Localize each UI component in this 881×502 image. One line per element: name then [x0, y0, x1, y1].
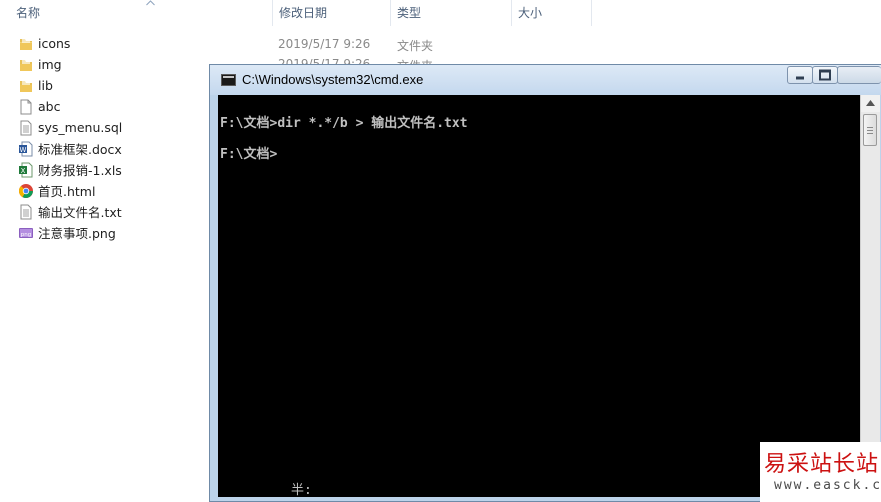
cmd-titlebar[interactable]: C:\Windows\system32\cmd.exe — [210, 65, 881, 95]
caption-buttons — [787, 66, 881, 85]
file-row-xls[interactable]: X 财务报销-1.xls — [18, 159, 218, 180]
console-command: dir *.*/b > 输出文件名.txt — [277, 116, 468, 131]
folder-icon — [18, 57, 34, 73]
png-image-icon: png — [18, 225, 34, 241]
file-name: 首页.html — [38, 184, 96, 199]
maximize-button[interactable] — [812, 66, 838, 84]
file-name: sys_menu.sql — [38, 120, 123, 135]
console-prompt: F:\文档> — [220, 116, 278, 131]
excel-file-icon: X — [18, 162, 34, 178]
file-row-lib[interactable]: lib — [18, 75, 218, 96]
file-row-abc[interactable]: abc — [18, 96, 218, 117]
sort-ascending-icon — [146, 0, 155, 6]
word-doc-icon: W — [18, 141, 34, 157]
file-type: 文件夹 — [397, 57, 433, 64]
console-line-2: F:\文档> — [220, 143, 277, 162]
close-button[interactable] — [837, 66, 881, 84]
chrome-html-icon — [18, 183, 34, 199]
file-row-docx[interactable]: W 标准框架.docx — [18, 138, 218, 159]
file-row-html[interactable]: 首页.html — [18, 180, 218, 201]
svg-text:png: png — [21, 232, 31, 238]
vertical-scrollbar[interactable] — [860, 95, 880, 497]
folder-icon — [18, 78, 34, 94]
text-file-icon — [18, 204, 34, 220]
cmd-window-title: C:\Windows\system32\cmd.exe — [242, 72, 424, 87]
blank-file-icon — [18, 99, 34, 115]
ime-status: 半: — [291, 483, 312, 497]
watermark-url: www.easck.com — [774, 478, 881, 493]
folder-icon — [18, 36, 34, 52]
file-name: 注意事项.png — [38, 226, 116, 241]
column-modified-header[interactable]: 修改日期 — [273, 0, 391, 26]
file-row-sys-menu[interactable]: sys_menu.sql — [18, 117, 218, 138]
file-modified: 2019/5/17 9:26 — [278, 37, 371, 51]
column-type-header[interactable]: 类型 — [391, 0, 512, 26]
minimize-button[interactable] — [787, 66, 813, 84]
file-name: img — [38, 57, 62, 72]
file-type: 文件夹 — [397, 39, 434, 53]
file-row-png[interactable]: png 注意事项.png — [18, 222, 218, 243]
console-prompt: F:\文档> — [220, 147, 278, 162]
svg-text:W: W — [20, 146, 27, 154]
console-output[interactable]: F:\文档>dir *.*/b > 输出文件名.txt F:\文档> 半: — [218, 95, 860, 497]
column-header: 名称 修改日期 类型 大小 — [0, 0, 881, 26]
scroll-up-button[interactable] — [861, 95, 880, 112]
text-file-icon — [18, 120, 34, 136]
minimize-icon — [796, 76, 804, 80]
maximize-icon — [819, 69, 831, 81]
file-name: icons — [38, 36, 71, 51]
file-modified: 2019/5/17 9:26 — [278, 57, 371, 64]
console-line-1: F:\文档>dir *.*/b > 输出文件名.txt — [220, 112, 468, 131]
file-row-txt[interactable]: 输出文件名.txt — [18, 201, 218, 222]
watermark-text: 易采站长站 — [764, 452, 880, 477]
column-size-header[interactable]: 大小 — [512, 0, 592, 26]
column-name-label: 名称 — [16, 6, 41, 20]
column-name-header[interactable]: 名称 — [10, 0, 273, 26]
column-type-label: 类型 — [397, 6, 422, 20]
arrow-up-icon — [866, 100, 875, 106]
file-name: 财务报销-1.xls — [38, 163, 122, 178]
file-row-icons[interactable]: icons — [18, 33, 218, 54]
file-name: 标准框架.docx — [38, 142, 122, 157]
cmd-window[interactable]: C:\Windows\system32\cmd.exe F:\文档>dir *.… — [209, 64, 881, 502]
file-name: 输出文件名.txt — [38, 205, 122, 220]
svg-text:X: X — [21, 167, 26, 175]
cmd-app-icon[interactable] — [221, 74, 236, 86]
file-name: lib — [38, 78, 53, 93]
site-watermark: 易采站长站 www.easck.com — [760, 442, 881, 502]
file-row-img[interactable]: img — [18, 54, 218, 75]
column-modified-label: 修改日期 — [279, 6, 328, 20]
scroll-thumb[interactable] — [863, 114, 877, 146]
file-name: abc — [38, 99, 61, 114]
column-size-label: 大小 — [518, 6, 543, 20]
